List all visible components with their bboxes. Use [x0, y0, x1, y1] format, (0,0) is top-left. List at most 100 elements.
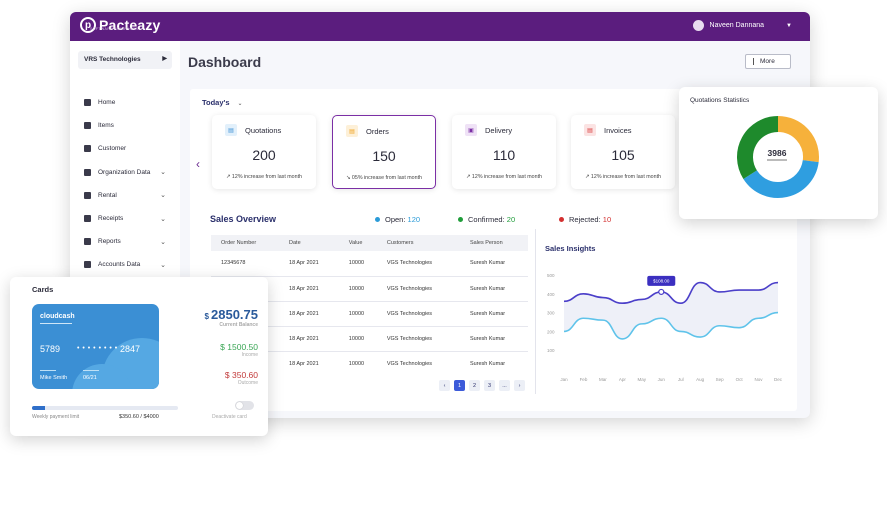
stat-trend: ↗ 12% increase from last month	[571, 174, 675, 180]
x-tick-label: Dec	[774, 377, 783, 382]
legend-count: 120	[407, 215, 421, 224]
highlighted-point[interactable]	[658, 288, 665, 296]
document-icon: ▤	[225, 124, 237, 136]
income: $ 1500.50 Income	[220, 342, 258, 358]
stat-value: 110	[492, 147, 516, 163]
sidebar-item-receipts[interactable]: Receipts ⌄	[84, 207, 174, 230]
table-cell: 12345678	[211, 251, 280, 277]
top-bar: p Pacteazy SOFTWARE SOLUTIONS Naveen Dan…	[70, 12, 810, 41]
donut-slice[interactable]	[743, 159, 819, 198]
stat-card-invoices[interactable]: ▤ Invoices 105 ↗ 12% increase from last …	[571, 115, 675, 189]
invoice-icon: ▤	[584, 124, 596, 136]
legend-count: 10	[602, 215, 612, 224]
x-tick-label: Feb	[580, 377, 588, 382]
x-tick-label: Jan	[560, 377, 568, 382]
page-button-3[interactable]: 3	[484, 380, 495, 391]
prev-page-button[interactable]: ‹	[439, 380, 450, 391]
chevron-down-icon: ⌄	[160, 261, 166, 269]
table-cell: 10000	[338, 251, 377, 277]
column-header[interactable]: Customers	[376, 235, 460, 251]
more-button[interactable]: More	[745, 54, 791, 69]
chart-icon	[84, 191, 91, 199]
x-tick-label: Sep	[716, 377, 725, 382]
column-header[interactable]: Date	[279, 235, 339, 251]
deactivate-card-toggle[interactable]	[235, 401, 254, 410]
legend-dot	[559, 217, 564, 222]
table-row[interactable]: 12345678 18 Apr 2021 10000 VGS Technolog…	[211, 251, 528, 277]
chevron-left-icon[interactable]: ‹	[196, 157, 200, 171]
database-icon	[84, 261, 91, 269]
user-icon	[84, 145, 91, 153]
sidebar-item-items[interactable]: Items	[84, 114, 174, 137]
sidebar-item-label: Rental	[98, 191, 117, 199]
user-menu[interactable]: Naveen Dannana ▼	[692, 20, 792, 31]
trend-up-icon: ↗	[465, 174, 471, 180]
legend-label: Confirmed:	[468, 215, 505, 224]
sidebar-item-accounts-data[interactable]: Accounts Data ⌄	[84, 253, 174, 276]
stat-label: Invoices	[604, 126, 632, 135]
table-cell: 10000	[348, 360, 365, 367]
y-tick-label: 500	[547, 273, 555, 278]
legend-rejected: Rejected: 10	[559, 215, 611, 224]
sidebar-item-rental[interactable]: Rental ⌄	[84, 184, 174, 207]
column-header[interactable]: Sales Person	[459, 235, 528, 251]
donut-total: 3986	[767, 148, 787, 158]
donut-subtext	[767, 159, 787, 161]
stat-card-quotations[interactable]: ▤ Quotations 200 ↗ 12% increase from las…	[212, 115, 316, 189]
credit-card[interactable]: cloudcash 5789 • • • • • • • • 2847 Mike…	[32, 304, 159, 389]
sidebar-item-reports[interactable]: Reports ⌄	[84, 230, 174, 253]
card-expiry: 06/21	[83, 375, 97, 381]
period-filter[interactable]: Today's ⌄	[202, 98, 243, 107]
progress-fill	[32, 406, 45, 410]
chevron-down-icon: ⌄	[237, 101, 243, 107]
period-filter-label: Today's	[202, 98, 230, 107]
company-selector[interactable]: VRS Technologies ▶	[78, 51, 172, 69]
card-holder-name: Mike Smith	[40, 375, 68, 381]
stat-card-orders[interactable]: ▤ Orders 150 ↘ 05% increase from last mo…	[332, 115, 436, 189]
chevron-down-icon: ⌄	[160, 215, 166, 223]
y-tick-label: 400	[547, 292, 555, 297]
y-tick-label: 200	[547, 329, 555, 334]
sidebar-item-label: Accounts Data	[98, 261, 141, 269]
sidebar-item-label: Home	[98, 99, 116, 107]
organization-icon	[84, 168, 91, 176]
card-number-start: 5789	[40, 344, 61, 354]
x-tick-label: Aug	[696, 377, 705, 382]
currency-symbol: $	[204, 312, 209, 321]
stat-label: Delivery	[485, 126, 513, 135]
page-button-2[interactable]: 2	[469, 380, 480, 391]
stat-label: Quotations	[245, 126, 282, 135]
weekly-limit-label: Weekly payment limit	[32, 414, 80, 420]
column-header[interactable]: Value	[338, 235, 377, 251]
sidebar-item-home[interactable]: Home	[84, 91, 174, 114]
stat-card-delivery[interactable]: ▣ Delivery 110 ↗ 12% increase from last …	[452, 115, 556, 189]
legend-count: 20	[506, 215, 516, 224]
page-button-1[interactable]: 1	[454, 380, 465, 391]
table-cell: Suresh Kumar	[459, 276, 528, 302]
stat-value: 150	[372, 148, 396, 164]
legend-open: Open: 120	[375, 215, 420, 224]
x-tick-label: Jul	[678, 377, 684, 382]
y-tick-label: 100	[547, 348, 555, 353]
table-cell: 18 Apr 2021	[279, 251, 339, 277]
sidebar-item-organization-data[interactable]: Organization Data ⌄	[84, 161, 174, 184]
table-cell: VGS Technologies	[386, 360, 433, 367]
column-header[interactable]: Order Number	[211, 235, 280, 251]
sales-overview-title: Sales Overview	[210, 214, 277, 224]
next-page-button[interactable]: ›	[514, 380, 525, 391]
table-cell: VGS Technologies	[376, 251, 460, 277]
trend-up-icon: ↗	[584, 174, 590, 180]
table-cell: Suresh Kumar	[469, 360, 506, 367]
card-number-end: 2847	[120, 344, 141, 354]
income-label: Income	[241, 352, 258, 358]
legend-label: Rejected:	[569, 215, 601, 224]
table-cell: Suresh Kumar	[459, 251, 528, 277]
y-tick-label: 300	[547, 311, 555, 316]
card-holder-caption	[40, 370, 56, 371]
sidebar-item-customer[interactable]: Customer	[84, 137, 174, 160]
current-balance: $2850.75 Current Balance	[205, 307, 258, 328]
company-name: VRS Technologies	[84, 56, 141, 63]
x-tick-label: Apr	[619, 377, 627, 382]
outcome-label: Outcome	[237, 380, 258, 386]
legend-dot	[458, 217, 463, 222]
